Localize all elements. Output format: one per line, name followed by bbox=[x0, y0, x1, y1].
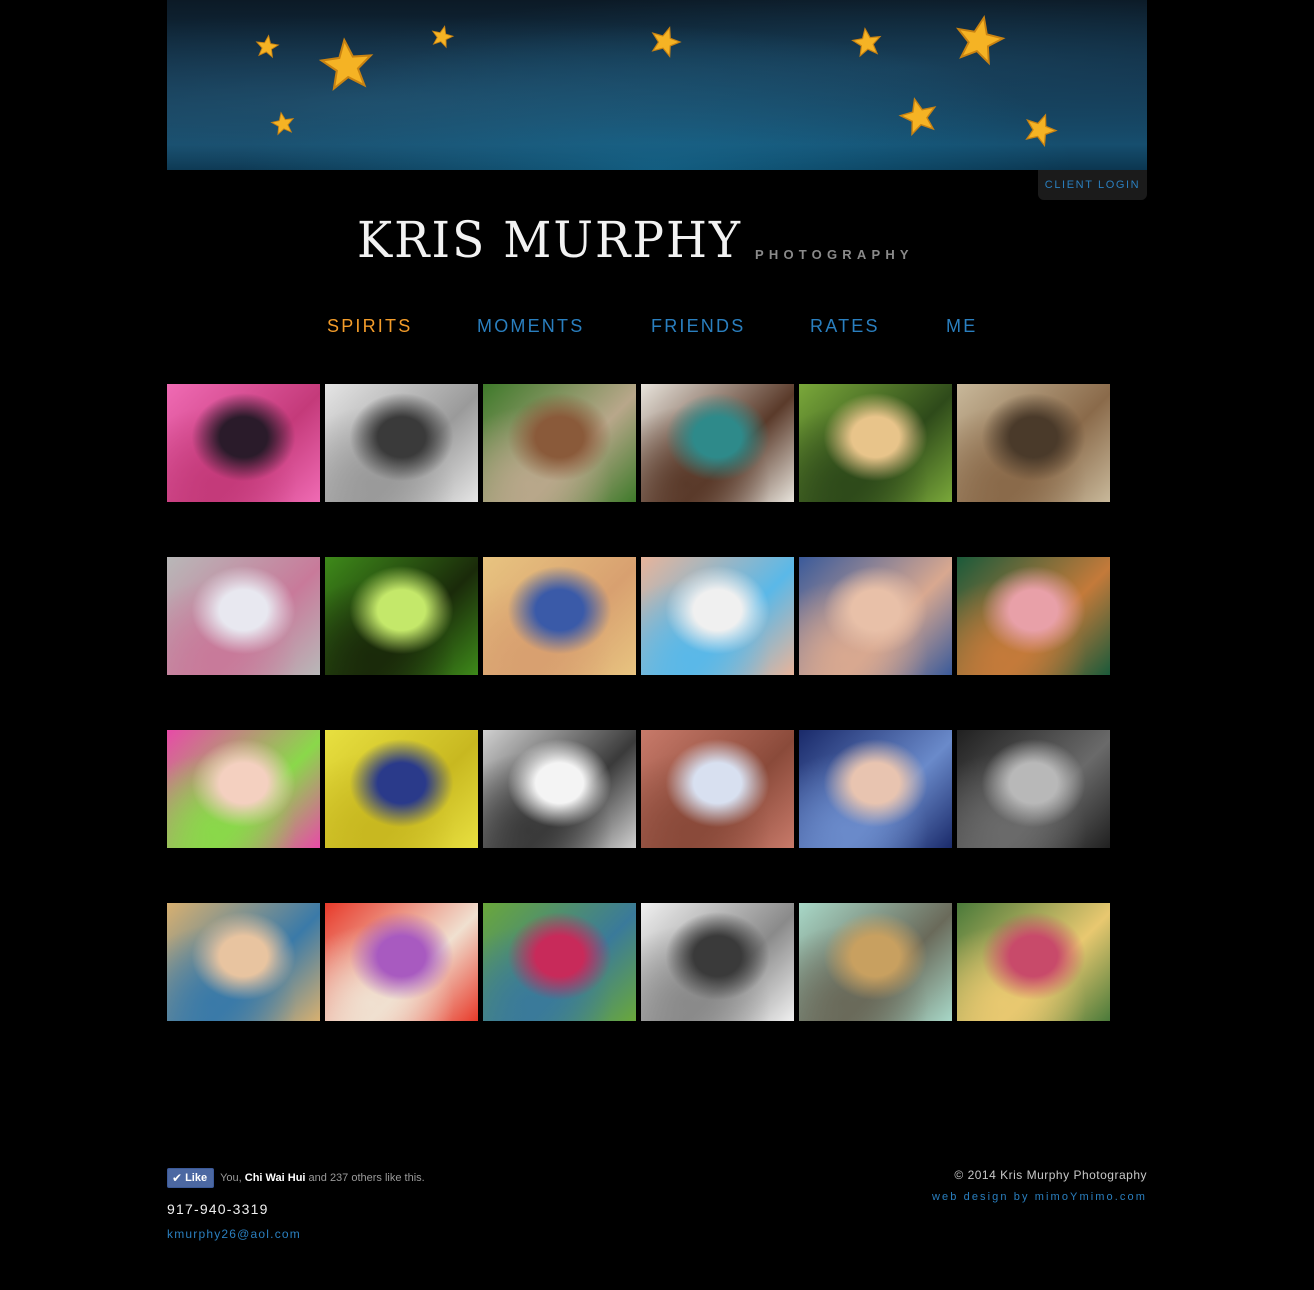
gallery-photo[interactable] bbox=[483, 557, 636, 675]
photo-image bbox=[641, 384, 794, 502]
nav-item-friends[interactable]: FRIENDS bbox=[651, 316, 745, 337]
stars-illustration bbox=[254, 11, 1061, 149]
thumbs-up-icon: ✔ bbox=[172, 1171, 183, 1185]
gallery-photo[interactable] bbox=[483, 730, 636, 848]
photo-image bbox=[167, 384, 320, 502]
phone-number: 917-940-3319 bbox=[167, 1201, 269, 1217]
gallery-photo[interactable] bbox=[483, 903, 636, 1021]
photo-image bbox=[483, 730, 636, 848]
gallery-photo[interactable] bbox=[325, 557, 478, 675]
gallery-photo[interactable] bbox=[167, 903, 320, 1021]
star-icon bbox=[429, 23, 456, 49]
star-icon bbox=[646, 22, 684, 59]
like-button-label: Like bbox=[185, 1172, 208, 1184]
nav-item-moments[interactable]: MOMENTS bbox=[477, 316, 584, 337]
email-link[interactable]: kmurphy26@aol.com bbox=[167, 1227, 301, 1241]
photo-image bbox=[641, 557, 794, 675]
client-login-button[interactable]: CLIENT LOGIN bbox=[1038, 170, 1147, 200]
like-suffix: and 237 others like this. bbox=[308, 1172, 425, 1184]
photo-image bbox=[325, 903, 478, 1021]
gallery-photo[interactable] bbox=[957, 557, 1110, 675]
web-design-credit-link[interactable]: web design by mimoYmimo.com bbox=[932, 1191, 1147, 1203]
nav-item-rates[interactable]: RATES bbox=[810, 316, 880, 337]
photo-image bbox=[325, 384, 478, 502]
gallery-photo[interactable] bbox=[799, 903, 952, 1021]
gallery-photo[interactable] bbox=[957, 730, 1110, 848]
photo-image bbox=[325, 730, 478, 848]
gallery-photo[interactable] bbox=[799, 384, 952, 502]
star-icon bbox=[1020, 108, 1061, 149]
gallery-photo[interactable] bbox=[799, 557, 952, 675]
facebook-like: ✔ Like You, Chi Wai Hui and 237 others l… bbox=[167, 1168, 425, 1188]
photo-image bbox=[957, 903, 1110, 1021]
site-logo[interactable]: KRIS MURPHY PHOTOGRAPHY bbox=[357, 211, 957, 293]
photo-image bbox=[641, 903, 794, 1021]
star-icon bbox=[318, 36, 376, 91]
gallery-photo[interactable] bbox=[641, 384, 794, 502]
star-icon bbox=[896, 93, 941, 137]
photo-image bbox=[325, 557, 478, 675]
gallery-photo[interactable] bbox=[325, 730, 478, 848]
logo-tagline: PHOTOGRAPHY bbox=[755, 247, 914, 262]
copyright: © 2014 Kris Murphy Photography bbox=[954, 1168, 1147, 1182]
gallery-photo[interactable] bbox=[483, 384, 636, 502]
photo-image bbox=[641, 730, 794, 848]
like-prefix: You, bbox=[220, 1172, 242, 1184]
gallery-photo[interactable] bbox=[641, 903, 794, 1021]
star-icon bbox=[951, 11, 1008, 66]
gallery-photo[interactable] bbox=[325, 384, 478, 502]
gallery-photo[interactable] bbox=[799, 730, 952, 848]
star-icon bbox=[850, 25, 884, 58]
gallery-photo[interactable] bbox=[325, 903, 478, 1021]
gallery-photo[interactable] bbox=[167, 384, 320, 502]
photo-image bbox=[799, 730, 952, 848]
photo-image bbox=[799, 557, 952, 675]
gallery-photo[interactable] bbox=[641, 557, 794, 675]
main-nav: SPIRITS MOMENTS FRIENDS RATES ME bbox=[167, 316, 1147, 344]
star-icon bbox=[254, 33, 280, 59]
photo-image bbox=[167, 903, 320, 1021]
photo-image bbox=[957, 384, 1110, 502]
gallery-photo[interactable] bbox=[167, 557, 320, 675]
photo-image bbox=[957, 730, 1110, 848]
logo-name: KRIS MURPHY bbox=[357, 211, 742, 270]
gallery-photo[interactable] bbox=[957, 384, 1110, 502]
photo-image bbox=[483, 903, 636, 1021]
header-banner bbox=[167, 0, 1147, 170]
photo-image bbox=[957, 557, 1110, 675]
nav-item-me[interactable]: ME bbox=[946, 316, 977, 337]
photo-image bbox=[167, 730, 320, 848]
photo-image bbox=[799, 903, 952, 1021]
photo-image bbox=[799, 384, 952, 502]
nav-item-spirits[interactable]: SPIRITS bbox=[327, 316, 412, 337]
photo-image bbox=[483, 557, 636, 675]
gallery-photo[interactable] bbox=[167, 730, 320, 848]
star-icon bbox=[269, 110, 296, 136]
like-count-text: You, Chi Wai Hui and 237 others like thi… bbox=[220, 1172, 425, 1184]
photo-image bbox=[483, 384, 636, 502]
gallery-photo[interactable] bbox=[957, 903, 1110, 1021]
gallery-photo[interactable] bbox=[641, 730, 794, 848]
photo-image bbox=[167, 557, 320, 675]
like-name[interactable]: Chi Wai Hui bbox=[245, 1172, 306, 1184]
page: CLIENT LOGIN KRIS MURPHY PHOTOGRAPHY SPI… bbox=[167, 0, 1147, 1290]
like-button[interactable]: ✔ Like bbox=[167, 1168, 215, 1188]
